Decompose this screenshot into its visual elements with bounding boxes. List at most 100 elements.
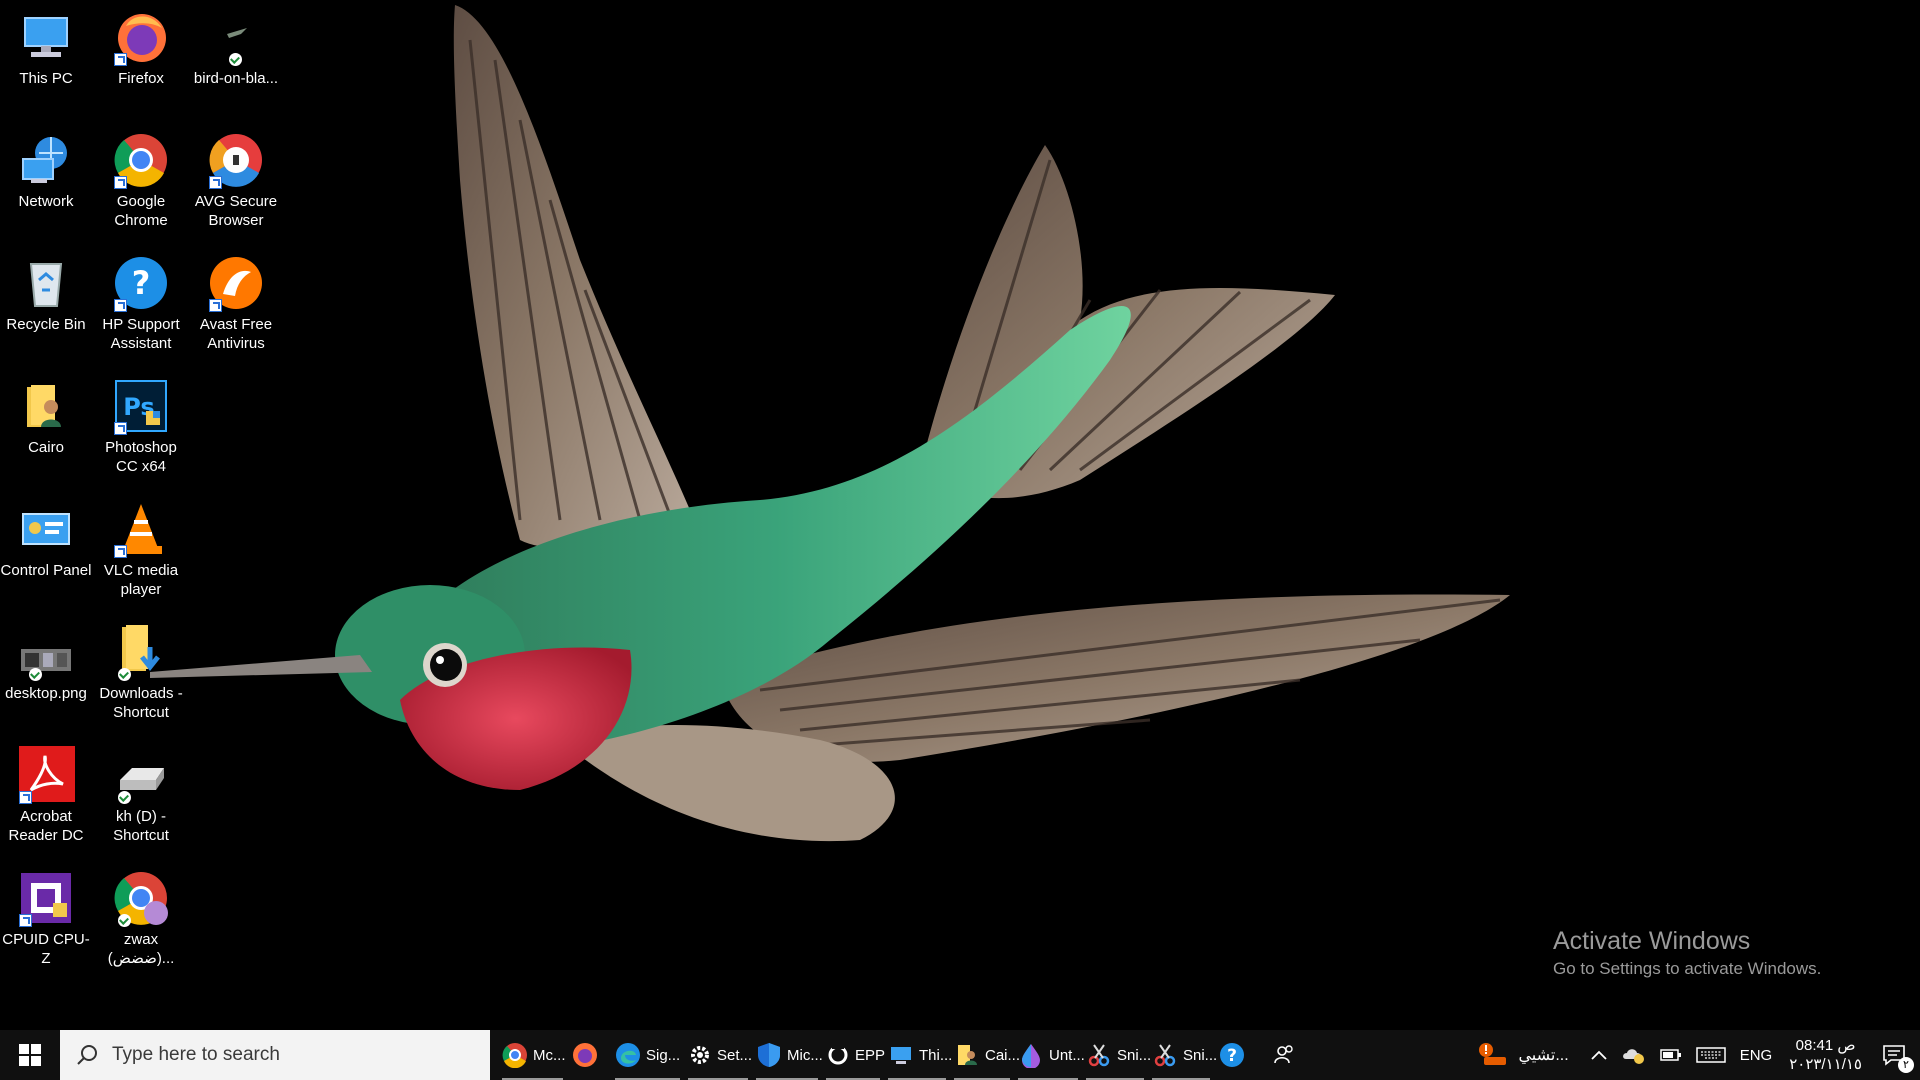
desktop-icon-kh-drive-shortcut[interactable]: kh (D) - Shortcut xyxy=(95,738,187,845)
paint-drop-icon xyxy=(1018,1041,1044,1069)
photoshop-icon: Ps xyxy=(112,377,170,435)
desktop-icon-label: Avast Free Antivirus xyxy=(199,316,273,352)
desktop-icon-avast-free-antivirus[interactable]: Avast Free Antivirus xyxy=(190,246,282,353)
help-icon: ? xyxy=(1218,1041,1246,1069)
firefox-icon xyxy=(112,8,170,66)
chrome-profile-icon xyxy=(112,869,170,927)
cloud-warning-icon xyxy=(1622,1049,1644,1064)
chevron-up-icon xyxy=(1591,1050,1607,1060)
avg-browser-icon xyxy=(207,131,265,189)
desktop-icon-cairo[interactable]: Cairo xyxy=(0,369,92,457)
taskbar-app-this-pc[interactable]: Thi... xyxy=(884,1030,952,1080)
tray-language[interactable]: ENG xyxy=(1733,1030,1780,1080)
desktop-icon-photoshop[interactable]: Ps Photoshop CC x64 xyxy=(95,369,187,476)
desktop-icon-firefox[interactable]: Firefox xyxy=(95,0,187,88)
keyboard-icon xyxy=(1695,1047,1726,1063)
desktop-icon-label: This PC xyxy=(19,70,73,87)
recycle-bin-icon xyxy=(17,254,75,312)
desktop-icon-label: AVG Secure Browser xyxy=(194,193,278,229)
desktop-icon-downloads-shortcut[interactable]: Downloads - Shortcut xyxy=(95,615,187,722)
desktop-icon-google-chrome[interactable]: Google Chrome xyxy=(95,123,187,230)
acrobat-icon xyxy=(17,746,75,804)
activate-windows-title: Activate Windows xyxy=(1553,927,1751,955)
search-placeholder: Type here to search xyxy=(112,1044,280,1065)
taskbar-app-label: Mic... xyxy=(787,1046,823,1064)
tray-touch-keyboard[interactable] xyxy=(1689,1030,1733,1080)
chrome-icon xyxy=(112,131,170,189)
taskbar-app-snipping-tool-1[interactable]: Sni... xyxy=(1082,1030,1151,1080)
clock-time: 08:41 ص xyxy=(1795,1037,1856,1054)
show-hidden-icons-button[interactable] xyxy=(1583,1030,1615,1080)
this-pc-icon xyxy=(17,8,75,66)
taskbar-app-firefox[interactable] xyxy=(567,1030,611,1080)
desktop-icon-bird-image[interactable]: bird-on-bla... xyxy=(190,0,282,88)
desktop-icon-cpuid-cpu-z[interactable]: CPUID CPU-Z xyxy=(0,861,92,968)
action-center-button[interactable]: ٢ xyxy=(1872,1030,1920,1080)
desktop-icon-this-pc[interactable]: This PC xyxy=(0,0,92,88)
taskbar-app-help[interactable]: ? xyxy=(1214,1030,1266,1080)
desktop-icon-label: Recycle Bin xyxy=(6,316,86,333)
downloads-folder-icon xyxy=(112,623,170,681)
desktop-icon-desktop-png[interactable]: desktop.png xyxy=(0,615,92,703)
desktop-icon-vlc[interactable]: VLC media player xyxy=(95,492,187,599)
start-button[interactable] xyxy=(0,1030,60,1080)
desktop-icon-control-panel[interactable]: Control Panel xyxy=(0,492,92,580)
taskbar-app-snipping-tool-2[interactable]: Sni... xyxy=(1148,1030,1217,1080)
taskbar-app-people[interactable] xyxy=(1266,1030,1310,1080)
desktop-icon-label: Network xyxy=(18,193,74,210)
activate-windows-watermark: Activate Windows Go to Settings to activ… xyxy=(1553,926,1821,980)
desktop-icon-label: Control Panel xyxy=(0,562,92,579)
epp-icon xyxy=(826,1041,850,1069)
taskbar: Type here to search Mc... Sig... Set... … xyxy=(0,1030,1920,1080)
search-box[interactable]: Type here to search xyxy=(60,1030,490,1080)
firefox-icon xyxy=(571,1041,599,1069)
taskbar-app-settings[interactable]: Set... xyxy=(684,1030,752,1080)
windows-logo-icon xyxy=(19,1044,41,1066)
snipping-tool-icon xyxy=(1086,1041,1112,1069)
desktop-icon-label: kh (D) - Shortcut xyxy=(113,808,169,844)
tray-notification-app[interactable]: تشيي... xyxy=(1471,1030,1582,1080)
desktop-icon-network[interactable]: Network xyxy=(0,123,92,211)
drive-icon xyxy=(112,746,170,804)
desktop-icon-avg-secure-browser[interactable]: AVG Secure Browser xyxy=(190,123,282,230)
battery-icon xyxy=(1659,1049,1681,1061)
desktop-icon-label: zwax (ضضض)... xyxy=(107,931,175,967)
user-folder-icon xyxy=(954,1041,980,1069)
taskbar-app-label: Sig... xyxy=(646,1046,681,1064)
taskbar-app-edge[interactable]: Sig... xyxy=(611,1030,684,1080)
taskbar-app-chrome[interactable]: Mc... xyxy=(498,1030,567,1080)
taskbar-app-cairo[interactable]: Cai... xyxy=(950,1030,1020,1080)
desktop-icon-recycle-bin[interactable]: Recycle Bin xyxy=(0,246,92,334)
alert-car-icon xyxy=(1479,1043,1507,1065)
tray-notification-label: تشيي... xyxy=(1518,1047,1569,1064)
activate-windows-subtitle: Go to Settings to activate Windows. xyxy=(1553,959,1822,978)
taskbar-app-paint[interactable]: Unt... xyxy=(1014,1030,1085,1080)
snipping-tool-icon xyxy=(1152,1041,1178,1069)
desktop-icon-label: Downloads - Shortcut xyxy=(99,685,183,721)
image-file-icon xyxy=(207,8,265,66)
control-panel-icon xyxy=(17,500,75,558)
desktop-icon-zwax-profile[interactable]: zwax (ضضض)... xyxy=(95,861,187,968)
desktop-icon-label: bird-on-bla... xyxy=(193,70,279,87)
tray-onedrive-warning[interactable] xyxy=(1615,1030,1653,1080)
desktop-icon-acrobat-reader[interactable]: Acrobat Reader DC xyxy=(0,738,92,845)
chrome-icon xyxy=(502,1041,528,1069)
user-folder-icon xyxy=(17,377,75,435)
defender-shield-icon xyxy=(756,1041,782,1069)
desktop-icon-hp-support-assistant[interactable]: ? HP Support Assistant xyxy=(95,246,187,353)
desktop-icon-label: Cairo xyxy=(28,439,64,456)
tray-battery[interactable] xyxy=(1653,1030,1689,1080)
desktop-icon-label: Firefox xyxy=(118,70,164,87)
desktop-icon-label: desktop.png xyxy=(5,685,87,702)
desktop-icon-label: HP Support Assistant xyxy=(102,316,180,352)
tray-clock[interactable]: 08:41 ص ٢٠٢٣/١١/١٥ xyxy=(1779,1036,1872,1074)
search-icon xyxy=(77,1045,97,1065)
taskbar-app-epp[interactable]: EPP xyxy=(822,1030,885,1080)
people-icon xyxy=(1270,1041,1298,1069)
taskbar-app-defender[interactable]: Mic... xyxy=(752,1030,823,1080)
notification-icon: ٢ xyxy=(1882,1043,1914,1073)
desktop-icon-label: Google Chrome xyxy=(114,193,168,229)
taskbar-app-label: Set... xyxy=(717,1046,753,1064)
taskbar-apps: Mc... Sig... Set... Mic... EPP Thi... Ca… xyxy=(498,1030,1310,1080)
desktop-icon-label: Photoshop CC x64 xyxy=(105,439,177,475)
